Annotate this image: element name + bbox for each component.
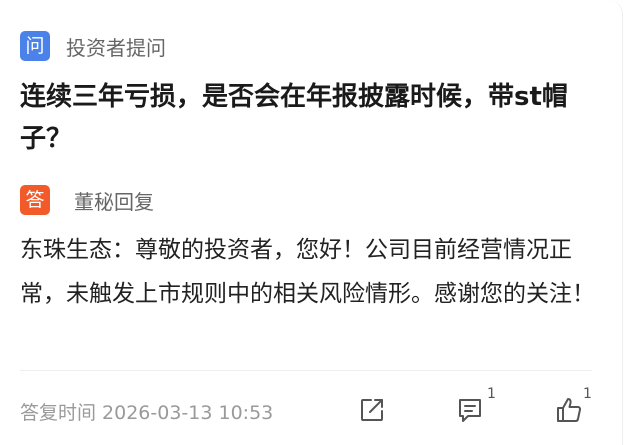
answer-label: 董秘回复: [74, 190, 154, 214]
answer-text: 东珠生态：尊敬的投资者，您好！公司目前经营情况正常，未触发上市规则中的相关风险情…: [20, 237, 595, 307]
reply-time: 答复时间 2026-03-13 10:53: [20, 402, 274, 424]
question-label: 投资者提问: [66, 36, 166, 60]
question-badge: 问: [20, 31, 50, 61]
question-text: 连续三年亏损，是否会在年报披露时候，带st帽子？: [20, 82, 568, 154]
answer-badge: 答: [20, 185, 50, 215]
divider: [20, 370, 592, 371]
comment-icon: [459, 399, 481, 422]
share-icon: [361, 399, 383, 421]
thumbs-up-icon: [557, 398, 582, 422]
comment-count: 1: [487, 386, 496, 402]
like-count: 1: [583, 386, 592, 402]
qa-card: 问 投资者提问 连续三年亏损，是否会在年报披露时候，带st帽子？ 答 董秘回复 …: [0, 0, 623, 445]
comment-button[interactable]: [454, 394, 486, 426]
share-button[interactable]: [356, 394, 388, 426]
like-button[interactable]: [553, 394, 585, 426]
